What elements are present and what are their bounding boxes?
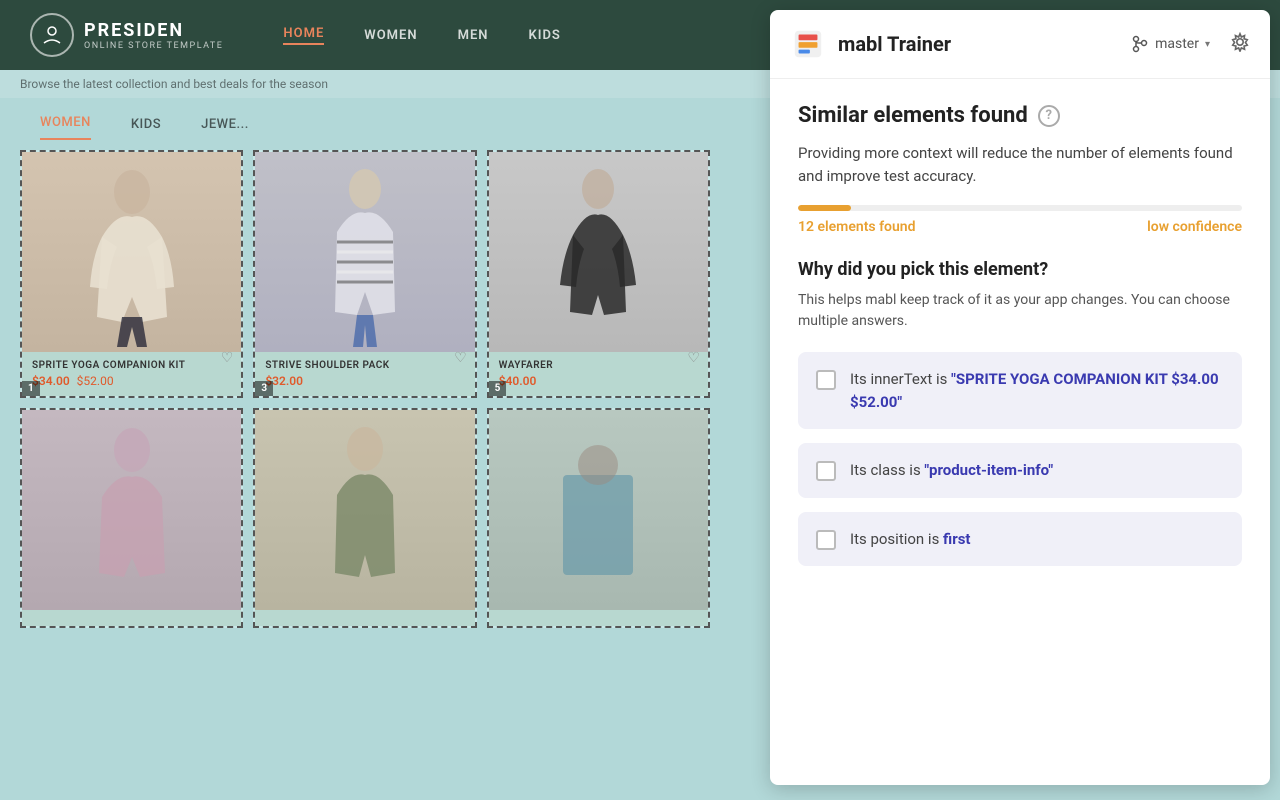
logo-icon	[30, 13, 74, 57]
product-info-5	[255, 610, 474, 626]
product-info-6	[489, 610, 708, 626]
product-image-5	[255, 410, 474, 610]
mabl-header: mabl Trainer master ▾	[770, 10, 1270, 79]
why-title: Why did you pick this element?	[798, 259, 1242, 280]
product-info-2: STRIVE SHOULDER PACK $32.00	[255, 352, 474, 396]
settings-icon[interactable]	[1230, 32, 1250, 57]
product-price-1: $34.00 $52.00	[32, 374, 231, 388]
original-price-1: $52.00	[77, 374, 114, 388]
choice-value-class: "product-item-info"	[924, 461, 1053, 479]
product-badge-1: 1	[22, 381, 40, 396]
choice-label-inner-text: Its innerText is	[850, 370, 951, 388]
product-info-3: WAYFARER $40.00	[489, 352, 708, 396]
tab-kids[interactable]: KIDS	[131, 117, 161, 140]
why-description: This helps mabl keep track of it as your…	[798, 290, 1242, 332]
brand-name: PRESIDEN	[84, 20, 223, 41]
store-logo-text: PRESIDEN ONLINE STORE TEMPLATE	[84, 20, 223, 51]
product-info-4	[22, 610, 241, 626]
choice-inner-text[interactable]: Its innerText is "SPRITE YOGA COMPANION …	[798, 352, 1242, 429]
choice-text-inner-text: Its innerText is "SPRITE YOGA COMPANION …	[850, 368, 1224, 413]
choice-label-position: Its position is	[850, 530, 943, 548]
tab-jewelry[interactable]: JEWE...	[201, 117, 249, 140]
product-card-1[interactable]: SPRITE YOGA COMPANION KIT $34.00 $52.00 …	[20, 150, 243, 398]
mabl-description: Providing more context will reduce the n…	[798, 142, 1242, 187]
section-title: Similar elements found ?	[798, 103, 1242, 128]
checkbox-position[interactable]	[816, 530, 836, 550]
store-nav: HOME WOMEN MEN KIDS	[283, 26, 560, 45]
chevron-down-icon: ▾	[1205, 39, 1210, 50]
heart-icon-2[interactable]: ♡	[454, 350, 467, 366]
product-card-2[interactable]: STRIVE SHOULDER PACK $32.00 ♡ 3	[253, 150, 476, 398]
product-image-6	[489, 410, 708, 610]
mabl-title: mabl Trainer	[838, 32, 1119, 56]
product-price-2: $32.00	[265, 374, 464, 388]
progress-bar-background	[798, 205, 1242, 211]
product-title-3: WAYFARER	[499, 360, 698, 371]
choice-label-class: Its class is	[850, 461, 924, 479]
brand-tagline: ONLINE STORE TEMPLATE	[84, 41, 223, 51]
choice-class[interactable]: Its class is "product-item-info"	[798, 443, 1242, 498]
elements-found-label: 12 elements found	[798, 219, 916, 235]
product-card-4[interactable]	[20, 408, 243, 628]
choice-position[interactable]: Its position is first	[798, 512, 1242, 567]
help-icon[interactable]: ?	[1038, 105, 1060, 127]
store-logo: PRESIDEN ONLINE STORE TEMPLATE	[30, 13, 223, 57]
product-image-3	[489, 152, 708, 352]
product-grid: SPRITE YOGA COMPANION KIT $34.00 $52.00 …	[0, 140, 730, 638]
choice-text-class: Its class is "product-item-info"	[850, 459, 1053, 482]
product-info-1: SPRITE YOGA COMPANION KIT $34.00 $52.00	[22, 352, 241, 396]
choice-text-position: Its position is first	[850, 528, 970, 551]
nav-women[interactable]: WOMEN	[364, 28, 417, 43]
heart-icon-3[interactable]: ♡	[687, 350, 700, 366]
product-title-2: STRIVE SHOULDER PACK	[265, 360, 464, 371]
product-image-1	[22, 152, 241, 352]
product-badge-3: 5	[489, 381, 507, 396]
confidence-label: low confidence	[1147, 219, 1242, 235]
nav-home[interactable]: HOME	[283, 26, 324, 45]
checkbox-inner-text[interactable]	[816, 370, 836, 390]
product-price-3: $40.00	[499, 374, 698, 388]
checkbox-class[interactable]	[816, 461, 836, 481]
branch-label: master	[1155, 36, 1199, 52]
tab-women[interactable]: WOMEN	[40, 115, 91, 140]
progress-labels: 12 elements found low confidence	[798, 219, 1242, 235]
product-card-6[interactable]	[487, 408, 710, 628]
heart-icon-1[interactable]: ♡	[221, 350, 234, 366]
product-title-1: SPRITE YOGA COMPANION KIT	[32, 360, 231, 371]
choice-value-position: first	[943, 530, 970, 548]
product-badge-2: 3	[255, 381, 273, 396]
product-image-4	[22, 410, 241, 610]
product-card-5[interactable]	[253, 408, 476, 628]
progress-container	[798, 205, 1242, 211]
mabl-branch[interactable]: master ▾	[1131, 35, 1210, 53]
nav-kids[interactable]: KIDS	[528, 28, 560, 43]
mabl-content: Similar elements found ? Providing more …	[770, 79, 1270, 785]
product-card-3[interactable]: WAYFARER $40.00 ♡ 5	[487, 150, 710, 398]
progress-bar-fill	[798, 205, 851, 211]
nav-men[interactable]: MEN	[458, 28, 489, 43]
mabl-logo	[790, 26, 826, 62]
product-image-2	[255, 152, 474, 352]
mabl-panel: mabl Trainer master ▾ Similar elements f…	[770, 10, 1270, 785]
